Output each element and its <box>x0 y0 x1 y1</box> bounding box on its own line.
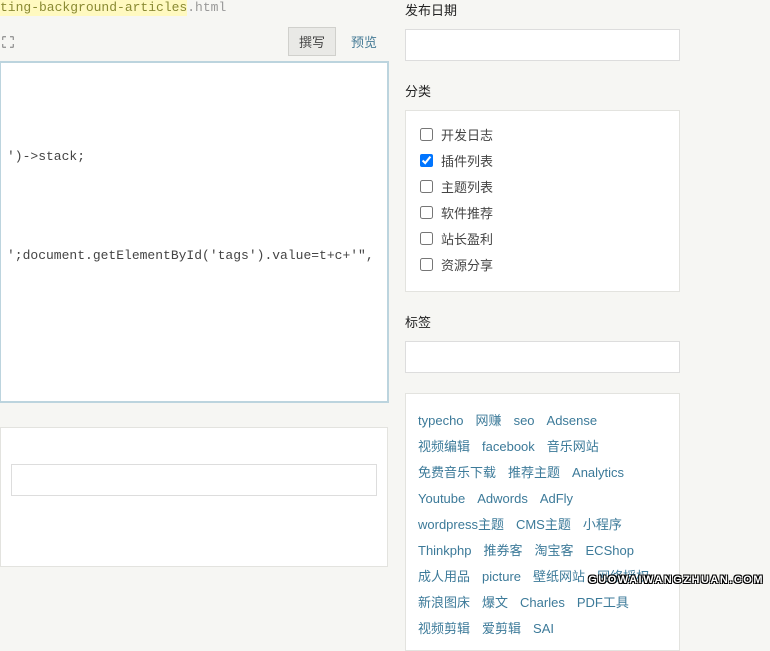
category-checkbox[interactable] <box>420 180 433 193</box>
tag-link[interactable]: 淘宝客 <box>535 538 574 564</box>
tag-link[interactable]: 网赚 <box>476 408 502 434</box>
category-label: 主题列表 <box>441 177 493 196</box>
tag-link[interactable]: PDF工具 <box>577 590 629 616</box>
category-item: 软件推荐 <box>420 203 665 222</box>
tag-link[interactable]: 成人用品 <box>418 564 470 590</box>
category-panel: 开发日志插件列表主题列表软件推荐站长盈利资源分享 <box>405 110 680 292</box>
editor-toolbar: 撰写 预览 <box>0 21 390 62</box>
publish-date-title: 发布日期 <box>405 0 680 19</box>
category-checkbox[interactable] <box>420 128 433 141</box>
tag-link[interactable]: 视频编辑 <box>418 434 470 460</box>
tag-link[interactable]: picture <box>482 564 521 590</box>
category-checkbox[interactable] <box>420 232 433 245</box>
tag-link[interactable]: Youtube <box>418 486 465 512</box>
write-tab[interactable]: 撰写 <box>288 27 336 56</box>
tag-link[interactable]: Analytics <box>572 460 624 486</box>
tag-link[interactable]: SAI <box>533 616 554 642</box>
category-checkbox[interactable] <box>420 154 433 167</box>
category-title: 分类 <box>405 81 680 100</box>
category-item: 资源分享 <box>420 255 665 274</box>
custom-fields-panel <box>0 427 388 567</box>
custom-field-input[interactable] <box>11 464 377 496</box>
content-editor[interactable] <box>0 62 388 402</box>
category-item: 站长盈利 <box>420 229 665 248</box>
category-checkbox[interactable] <box>420 258 433 271</box>
tag-link[interactable]: 小程序 <box>583 512 622 538</box>
category-item: 开发日志 <box>420 125 665 144</box>
slug-display: ting-background-articles.html <box>0 0 390 21</box>
tag-link[interactable]: 壁纸网站 <box>533 564 585 590</box>
tag-link[interactable]: typecho <box>418 408 464 434</box>
tag-link[interactable]: 推荐主题 <box>508 460 560 486</box>
tag-cloud-panel: typecho 网赚 seo Adsense 视频编辑 facebook 音乐网站免费音乐下… <box>405 393 680 651</box>
tag-link[interactable]: 推券客 <box>483 538 522 564</box>
category-checkbox[interactable] <box>420 206 433 219</box>
category-section: 分类 开发日志插件列表主题列表软件推荐站长盈利资源分享 <box>405 81 680 292</box>
tag-link[interactable]: 爆文 <box>482 590 508 616</box>
category-item: 主题列表 <box>420 177 665 196</box>
tag-link[interactable]: 免费音乐下载 <box>418 460 496 486</box>
category-item: 插件列表 <box>420 151 665 170</box>
tag-link[interactable]: 新浪图床 <box>418 590 470 616</box>
category-label: 插件列表 <box>441 151 493 170</box>
tags-input[interactable] <box>405 341 680 373</box>
tags-section: 标签 <box>405 312 680 373</box>
tag-link[interactable]: Adsense <box>547 408 598 434</box>
tag-link[interactable]: 音乐网站 <box>547 434 599 460</box>
preview-tab[interactable]: 预览 <box>340 27 388 56</box>
tag-link[interactable]: 爱剪辑 <box>482 616 521 642</box>
tag-link[interactable]: facebook <box>482 434 535 460</box>
tag-link[interactable]: CMS主题 <box>516 512 571 538</box>
category-label: 站长盈利 <box>441 229 493 248</box>
tag-link[interactable]: 视频剪辑 <box>418 616 470 642</box>
tags-title: 标签 <box>405 312 680 331</box>
tag-link[interactable]: AdFly <box>540 486 573 512</box>
tag-link[interactable]: wordpress主题 <box>418 512 504 538</box>
tag-link[interactable]: Charles <box>520 590 565 616</box>
tag-link[interactable]: Thinkphp <box>418 538 471 564</box>
category-label: 软件推荐 <box>441 203 493 222</box>
tag-link[interactable]: seo <box>514 408 535 434</box>
fullscreen-icon[interactable] <box>0 34 16 50</box>
category-label: 资源分享 <box>441 255 493 274</box>
watermark: GUOWAIWANGZHUAN.COM <box>588 574 764 586</box>
category-label: 开发日志 <box>441 125 493 144</box>
publish-date-input[interactable] <box>405 29 680 61</box>
tag-link[interactable]: Adwords <box>477 486 528 512</box>
publish-date-section: 发布日期 <box>405 0 680 61</box>
tag-link[interactable]: ECShop <box>586 538 634 564</box>
